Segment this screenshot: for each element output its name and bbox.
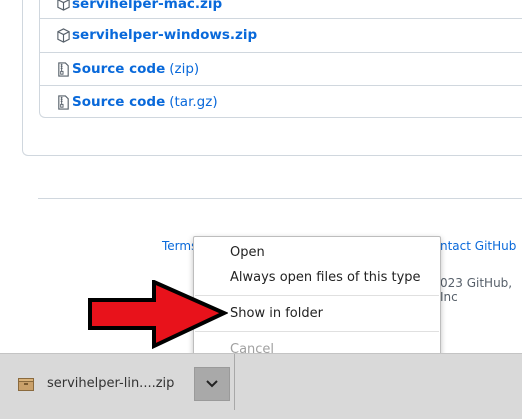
download-item[interactable]: servihelper-lin....zip — [0, 354, 235, 410]
menu-item-always-open[interactable]: Always open files of this type — [230, 270, 421, 285]
asset-format[interactable]: (tar.gz) — [169, 94, 217, 110]
browser-page: servihelper-mac.zip servihelper-windows.… — [0, 0, 522, 419]
download-filename[interactable]: servihelper-lin....zip — [47, 376, 174, 391]
asset-row[interactable]: servihelper-windows.zip — [39, 18, 522, 51]
footer-contact-link[interactable]: ntact GitHub — [440, 239, 516, 253]
asset-row[interactable]: servihelper-mac.zip — [39, 0, 522, 20]
menu-item-open[interactable]: Open — [230, 245, 265, 260]
asset-link[interactable]: Source code — [72, 61, 165, 77]
menu-separator — [195, 295, 439, 296]
chevron-down-icon — [206, 380, 218, 388]
file-zip-icon — [58, 94, 69, 110]
download-options-button[interactable] — [194, 367, 230, 401]
footer-copyright: 023 GitHub, Inc — [440, 276, 513, 304]
asset-format[interactable]: (zip) — [169, 61, 199, 77]
package-icon — [57, 27, 70, 43]
download-shelf: servihelper-lin....zip — [0, 353, 522, 419]
archive-icon — [18, 378, 34, 391]
asset-row[interactable]: Source code (tar.gz) — [39, 85, 522, 118]
asset-row[interactable]: Source code (zip) — [39, 52, 522, 85]
download-context-menu: Open Always open files of this type Show… — [193, 236, 441, 366]
asset-link[interactable]: servihelper-windows.zip — [72, 27, 257, 43]
red-arrow-annotation — [88, 280, 228, 350]
footer-divider — [38, 198, 522, 199]
asset-link[interactable]: servihelper-mac.zip — [72, 0, 222, 12]
menu-separator — [195, 331, 439, 332]
package-icon — [57, 0, 70, 11]
file-zip-icon — [58, 61, 69, 77]
asset-link[interactable]: Source code — [72, 94, 165, 110]
menu-item-show-in-folder[interactable]: Show in folder — [230, 306, 323, 321]
